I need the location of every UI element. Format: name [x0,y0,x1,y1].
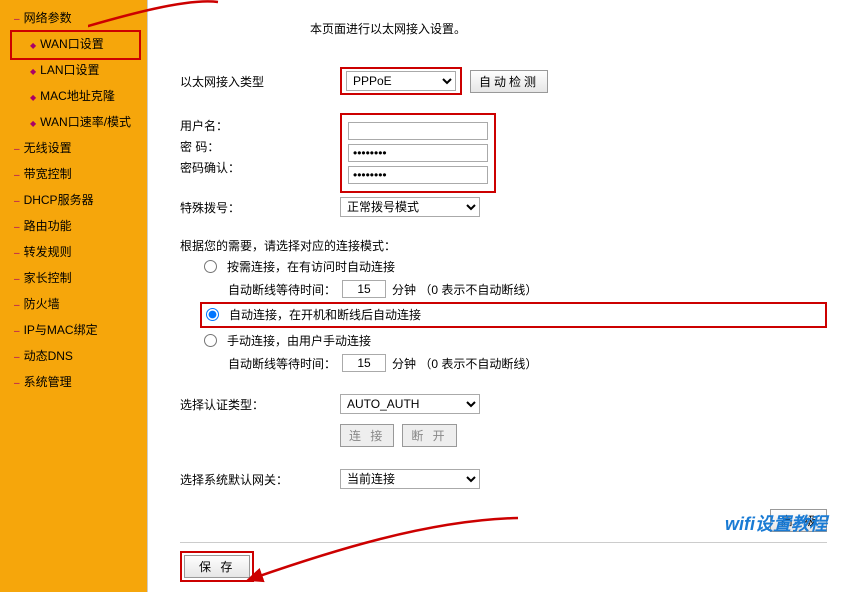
sidebar-item-label: 路由功能 [24,219,72,233]
default-gateway-label: 选择系统默认网关： [180,471,340,488]
sidebar-item-label: 家长控制 [24,271,72,285]
sidebar-item-3[interactable]: ◆ MAC地址克隆 [0,84,147,110]
sidebar-item-label: LAN口设置 [40,63,99,77]
sidebar-item-label: MAC地址克隆 [40,89,115,103]
connect-button[interactable]: 连 接 [340,424,394,447]
mode-manual-radio[interactable] [204,334,217,347]
expand-icon: – [14,170,20,181]
sidebar-item-label: 转发规则 [24,245,72,259]
mode-ondemand-option[interactable]: 按需连接，在有访问时自动连接 [204,258,395,275]
expand-icon: – [14,274,20,285]
sidebar-item-9[interactable]: –转发规则 [0,240,147,266]
sidebar-item-label: 防火墙 [24,297,60,311]
expand-icon: – [14,144,20,155]
mode-ondemand-radio[interactable] [204,260,217,273]
expand-icon: – [14,300,20,311]
user-field[interactable] [348,122,488,140]
disconnect-button[interactable]: 断 开 [402,424,456,447]
idle-wait-label-2: 自动断线等待时间： [228,355,336,372]
expand-icon: – [14,378,20,389]
save-button[interactable]: 保 存 [184,555,250,578]
wan-type-select[interactable]: PPPoE [346,71,456,91]
auto-detect-button[interactable]: 自动检测 [470,70,548,93]
expand-icon: – [14,196,20,207]
default-gateway-select[interactable]: 当前连接 [340,469,480,489]
pwd-field[interactable] [348,144,488,162]
expand-icon: – [14,14,20,25]
sidebar-item-label: DHCP服务器 [24,193,94,207]
conn-mode-intro: 根据您的需要，请选择对应的连接模式： [180,237,827,254]
mode-auto-radio[interactable] [206,308,219,321]
idle-wait-field-2[interactable] [342,354,386,372]
special-dial-select[interactable]: 正常拨号模式 [340,197,480,217]
sidebar-item-0[interactable]: –网络参数 [0,6,147,32]
sidebar-item-label: 系统管理 [24,375,72,389]
special-dial-label: 特殊拨号： [180,199,340,216]
sidebar-item-label: WAN口速率/模式 [40,115,131,129]
sidebar-item-13[interactable]: –动态DNS [0,344,147,370]
pwd-confirm-label: 密码确认： [180,159,340,176]
expand-icon: – [14,326,20,337]
expand-icon: – [14,222,20,233]
expand-icon: – [14,352,20,363]
sidebar-item-1[interactable]: ◆ WAN口设置 [10,30,141,60]
watermark: wifi设置教程 [725,510,827,536]
sidebar: –网络参数◆WAN口设置◆LAN口设置◆MAC地址克隆◆WAN口速率/模式–无线… [0,0,148,592]
sidebar-item-label: IP与MAC绑定 [24,323,98,337]
pwd-confirm-field[interactable] [348,166,488,184]
idle-wait-label: 自动断线等待时间： [228,281,336,298]
bullet-icon: ◆ [30,119,36,128]
auth-type-select[interactable]: AUTO_AUTH [340,394,480,414]
sidebar-item-8[interactable]: –路由功能 [0,214,147,240]
sidebar-item-label: 带宽控制 [24,167,72,181]
sidebar-item-label: 动态DNS [24,349,73,363]
sidebar-item-2[interactable]: ◆ LAN口设置 [0,58,147,84]
wan-type-label: 以太网接入类型 [180,73,340,90]
pwd-label: 密 码： [180,138,340,155]
idle-wait-unit-2: 分钟 （0 表示不自动断线） [392,355,537,372]
bullet-icon: ◆ [30,67,36,76]
sidebar-item-6[interactable]: –带宽控制 [0,162,147,188]
idle-wait-unit: 分钟 （0 表示不自动断线） [392,281,537,298]
sidebar-item-label: 无线设置 [24,141,72,155]
mode-auto-option[interactable]: 自动连接，在开机和断线后自动连接 [206,306,421,323]
expand-icon: – [14,248,20,259]
sidebar-item-7[interactable]: –DHCP服务器 [0,188,147,214]
main-panel: 本页面进行以太网接入设置。 以太网接入类型 PPPoE 自动检测 用户名： 密 … [148,0,847,592]
bullet-icon: ◆ [30,93,36,102]
sidebar-item-14[interactable]: –系统管理 [0,370,147,396]
sidebar-item-10[interactable]: –家长控制 [0,266,147,292]
sidebar-item-label: 网络参数 [24,11,72,25]
sidebar-item-12[interactable]: –IP与MAC绑定 [0,318,147,344]
mode-manual-option[interactable]: 手动连接，由用户手动连接 [204,332,371,349]
page-intro: 本页面进行以太网接入设置。 [310,20,827,37]
bullet-icon: ◆ [30,41,36,50]
user-label: 用户名： [180,117,340,134]
sidebar-item-11[interactable]: –防火墙 [0,292,147,318]
idle-wait-field-1[interactable] [342,280,386,298]
sidebar-item-4[interactable]: ◆ WAN口速率/模式 [0,110,147,136]
sidebar-item-label: WAN口设置 [40,37,104,51]
auth-type-label: 选择认证类型： [180,396,340,413]
sidebar-item-5[interactable]: –无线设置 [0,136,147,162]
